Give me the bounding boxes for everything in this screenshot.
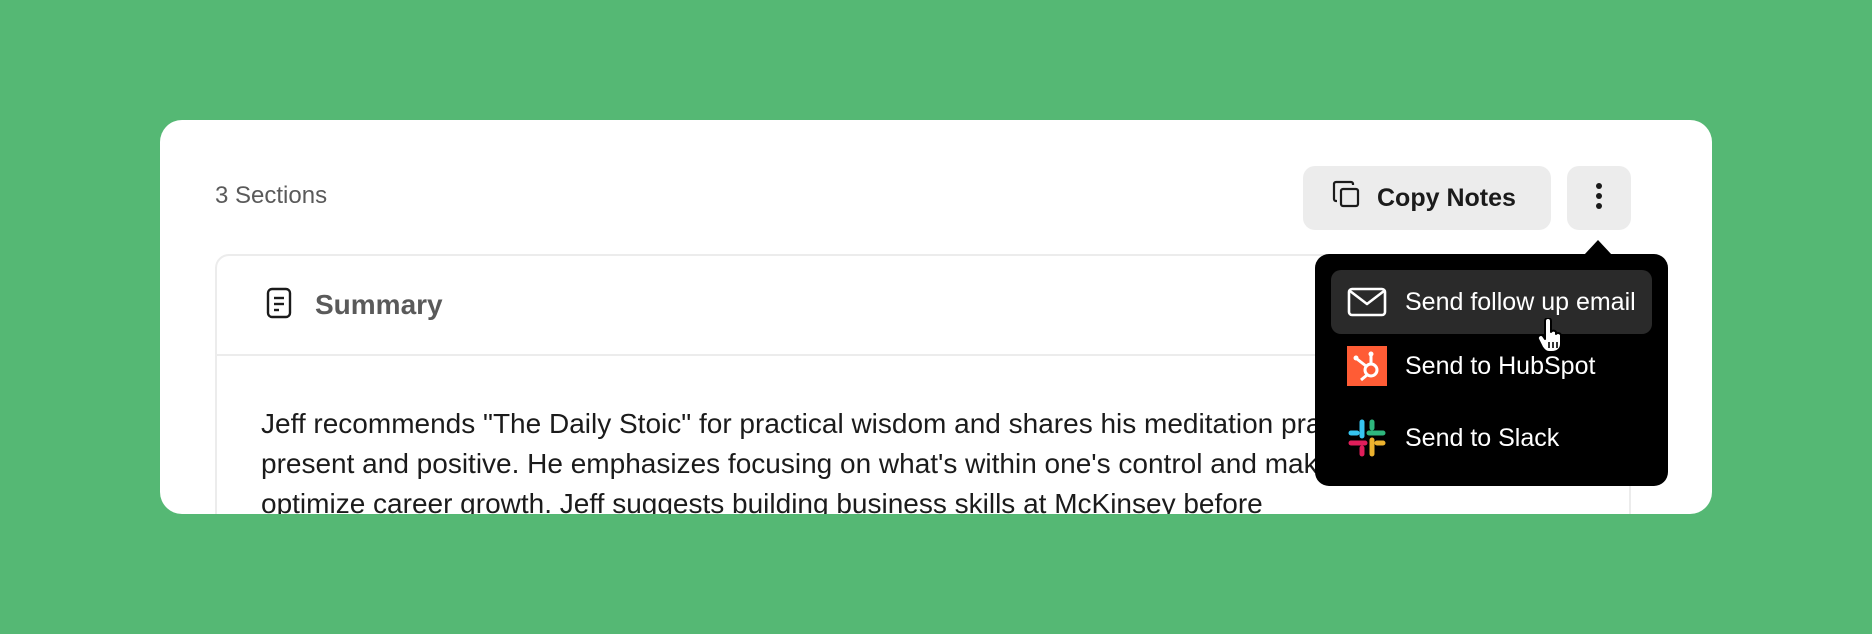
menu-arrow — [1584, 240, 1612, 255]
sections-count: 3 Sections — [215, 182, 328, 209]
copy-notes-button[interactable]: Copy Notes — [1303, 166, 1551, 230]
more-options-button[interactable] — [1567, 166, 1631, 230]
more-vertical-icon — [1595, 182, 1603, 215]
menu-item-label: Send follow up email — [1405, 287, 1636, 316]
copy-icon — [1331, 179, 1363, 218]
mail-icon — [1347, 282, 1387, 322]
menu-item-send-hubspot[interactable]: Send to HubSpot — [1331, 334, 1652, 398]
menu-item-label: Send to HubSpot — [1405, 351, 1596, 380]
actions-dropdown-menu: Send follow up email Send to HubSpot Sen… — [1315, 254, 1668, 486]
slack-icon — [1347, 418, 1387, 458]
hubspot-icon — [1347, 346, 1387, 386]
menu-item-send-email[interactable]: Send follow up email — [1331, 270, 1652, 334]
section-title: Summary — [315, 289, 443, 320]
menu-item-label: Send to Slack — [1405, 423, 1560, 452]
hand-cursor-icon — [1536, 317, 1566, 359]
copy-notes-label: Copy Notes — [1377, 183, 1516, 212]
document-icon — [265, 287, 293, 324]
menu-item-send-slack[interactable]: Send to Slack — [1331, 406, 1652, 470]
